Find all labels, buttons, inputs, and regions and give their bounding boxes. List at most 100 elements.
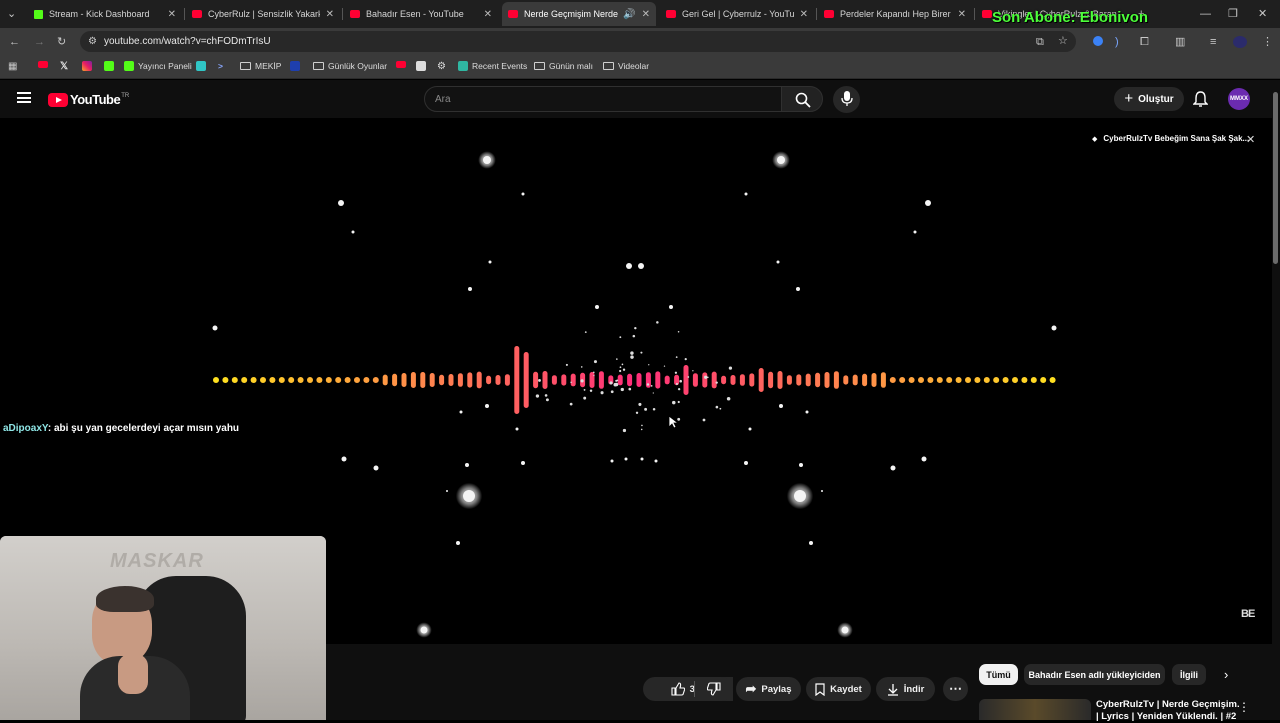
visualizer-dot (213, 377, 219, 383)
search-input[interactable]: Ara (424, 86, 782, 112)
bookmark-star-icon[interactable]: ☆ (1058, 35, 1068, 47)
install-app-icon[interactable]: ⧉ (1036, 36, 1044, 48)
close-icon[interactable]: ✕ (326, 9, 334, 20)
sidebar-icon[interactable]: ▥ (1175, 36, 1185, 48)
visualizer-bar (852, 374, 858, 386)
maximize-icon[interactable]: ❐ (1228, 8, 1238, 20)
site-info-icon[interactable]: ⚙ (88, 36, 97, 48)
recommendation-menu-icon[interactable]: ⋮ (1238, 700, 1250, 714)
extension-icon[interactable] (1093, 36, 1103, 46)
recommendation-thumbnail[interactable] (979, 699, 1091, 720)
bookmark-terminal[interactable]: > (218, 61, 223, 71)
recommendation-title[interactable]: CyberRulzTv | Nerde Geçmişim. | Lyrics |… (1096, 699, 1240, 723)
visualizer-dot (269, 377, 276, 383)
star-particle (468, 287, 472, 291)
bookmark-image[interactable] (416, 61, 430, 71)
visualizer-bar (805, 373, 811, 387)
visualizer-bar (561, 374, 567, 386)
tab-geri-gel[interactable]: Geri Gel | Cyberrulz - YouTube ✕ (660, 2, 814, 26)
reading-list-icon[interactable]: ≡ (1210, 36, 1216, 48)
menu-dots-icon[interactable]: ⋮ (1262, 36, 1273, 48)
close-icon[interactable]: ✕ (958, 9, 966, 20)
youtube-icon (508, 10, 518, 18)
dislike-button[interactable] (695, 677, 733, 701)
tab-nerde-gecmisim[interactable]: Nerde Geçmişim Nerde - Cy 🔊 ✕ (502, 2, 656, 26)
more-actions-icon[interactable]: ⋯ (943, 677, 968, 701)
youtube-logo[interactable]: YouTube TR (48, 92, 129, 107)
hamburger-menu-icon[interactable] (17, 92, 31, 103)
bookmark-videolar[interactable]: Videolar (603, 61, 649, 71)
tab-bahadir-esen[interactable]: Bahadır Esen - YouTube ✕ (344, 2, 498, 26)
particle (677, 330, 680, 333)
visualizer-bar (721, 375, 727, 385)
create-button[interactable]: + Oluştur (1114, 87, 1184, 111)
chip-all[interactable]: Tümü (979, 664, 1018, 685)
apps-grid-icon[interactable]: ▦ (8, 61, 17, 73)
visualizer-dot (1040, 377, 1047, 383)
save-button[interactable]: Kaydet (806, 677, 871, 701)
star-particle (521, 461, 525, 465)
particle (593, 374, 595, 377)
close-icon[interactable]: ✕ (800, 9, 808, 20)
notifications-bell-icon[interactable] (1192, 91, 1209, 112)
search-button[interactable] (781, 86, 823, 112)
share-button[interactable]: ➦ Paylaş (736, 677, 801, 701)
channel-watermark[interactable]: BE (1241, 608, 1255, 620)
chevron-right-icon[interactable]: › (1224, 667, 1228, 682)
speaker-icon[interactable]: 🔊 (623, 9, 635, 20)
bookmark-yayinci-paneli[interactable]: Yayıncı Paneli (124, 61, 192, 71)
bookmark-youtube-2[interactable] (396, 61, 410, 68)
back-icon[interactable]: ← (9, 36, 20, 48)
bookmark-gunun-mali[interactable]: Günün malı (534, 61, 593, 71)
scrollbar-thumb[interactable] (1273, 92, 1278, 264)
tab-search-icon[interactable]: ⌄ (7, 8, 16, 20)
download-button[interactable]: İndir (876, 677, 935, 701)
visualizer-dot (993, 377, 1000, 383)
close-icon[interactable]: ✕ (642, 9, 650, 20)
bookmark-youtube[interactable] (38, 61, 52, 68)
tab-cyberrulz-sensizlik[interactable]: CyberRulz | Sensizlik Yakarken I ✕ (186, 2, 340, 26)
particle (610, 390, 614, 394)
visualizer-bar (617, 374, 623, 386)
bookmark-recent-events[interactable]: Recent Events (458, 61, 527, 71)
particle (614, 382, 619, 387)
bookmark-openai[interactable]: ⚙ (437, 61, 446, 72)
visualizer-dot (927, 377, 934, 383)
url-text[interactable]: youtube.com/watch?v=chFODmTrIsU (104, 36, 271, 47)
extensions-puzzle-icon[interactable]: ⧠ (1140, 36, 1149, 48)
chip-from-uploader[interactable]: Bahadır Esen adlı yükleyiciden (1024, 664, 1165, 685)
visualizer-dot (344, 377, 351, 383)
visualizer-dot (955, 377, 962, 383)
visualizer-bar (514, 346, 520, 414)
avatar[interactable]: MMXX (1228, 88, 1250, 110)
bookmark-x[interactable]: 𝕏 (60, 61, 68, 72)
bookmark-gunluk-oyunlar[interactable]: Günlük Oyunlar (313, 61, 387, 71)
bookmark-app[interactable] (196, 61, 210, 71)
star-particle (465, 463, 469, 467)
bookmark-blue[interactable] (290, 61, 304, 71)
bookmark-instagram[interactable] (82, 61, 96, 71)
visualizer-bar (833, 371, 839, 389)
visualizer-dot (936, 377, 943, 383)
close-icon[interactable]: ✕ (484, 9, 492, 20)
particle (726, 396, 731, 401)
star-particle (485, 404, 489, 408)
tab-perdeler-kapandi[interactable]: Perdeler Kapandı Hep Birer Biri ✕ (818, 2, 972, 26)
profile-icon[interactable] (1233, 36, 1247, 48)
recommendation-title-line: CyberRulzTv | Nerde Geçmişim. (1096, 699, 1240, 710)
particle (616, 358, 618, 360)
close-overlay-icon[interactable]: ✕ (1246, 133, 1255, 146)
tab-kick-dashboard[interactable]: Stream - Kick Dashboard ✕ (28, 2, 182, 26)
close-icon[interactable]: ✕ (168, 9, 176, 20)
folder-icon (240, 62, 251, 70)
reload-icon[interactable]: ↻ (57, 36, 66, 48)
voice-search-button[interactable] (833, 86, 860, 113)
visualizer-bar (589, 372, 595, 388)
forward-icon[interactable]: → (34, 36, 45, 48)
window-close-icon[interactable]: ✕ (1258, 8, 1267, 20)
bookmark-mekip[interactable]: MEKİP (240, 61, 281, 71)
audio-extension-icon[interactable]: ) (1115, 36, 1119, 48)
chip-related[interactable]: İlgili (1172, 664, 1206, 685)
bookmark-kick[interactable] (104, 61, 118, 71)
minimize-icon[interactable]: — (1200, 8, 1211, 20)
